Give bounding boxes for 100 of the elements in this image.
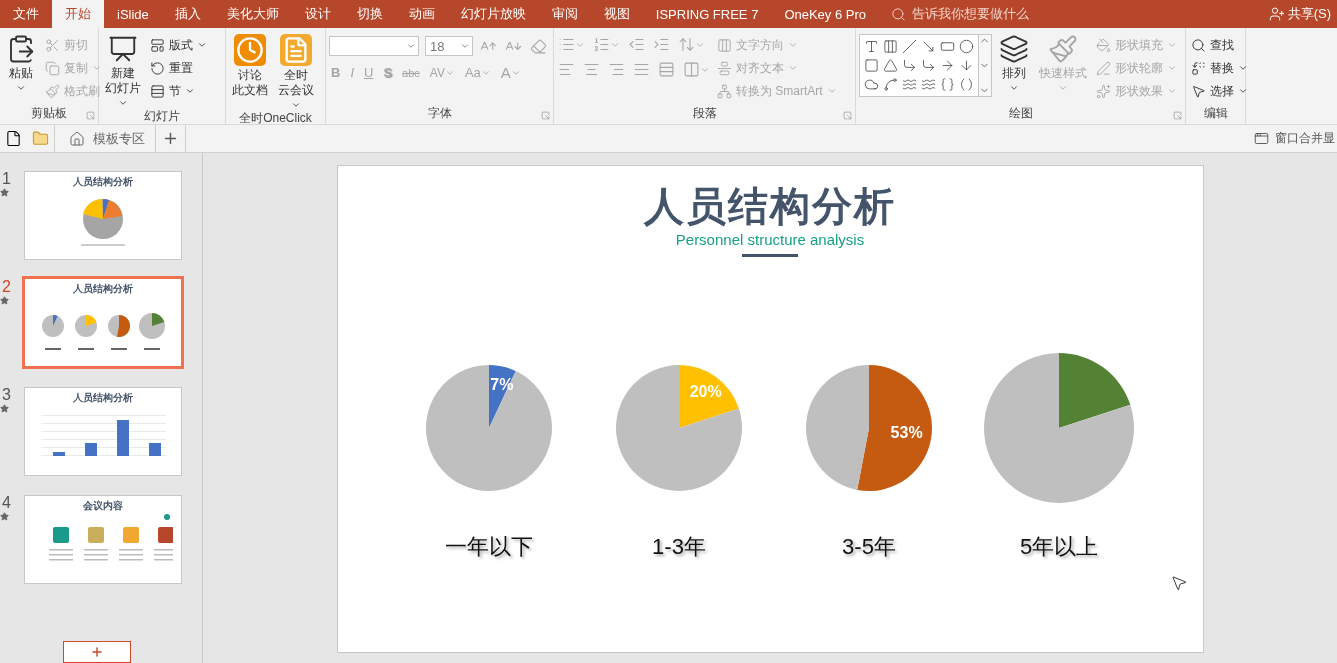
rounded-rectangle-icon[interactable] xyxy=(864,58,879,73)
curve-icon[interactable] xyxy=(883,77,898,92)
document-icon xyxy=(280,34,312,66)
scissors-icon xyxy=(45,37,60,53)
caret-icon xyxy=(1238,86,1248,96)
merge-windows-button[interactable]: 窗口合并显 xyxy=(1254,130,1337,147)
eraser-icon xyxy=(530,37,547,55)
replace-button[interactable]: 替换 xyxy=(1189,57,1250,79)
distributed-icon xyxy=(658,61,675,78)
ribbon-tab[interactable]: ISPRING FREE 7 xyxy=(642,0,772,28)
group-label: 幻灯片 xyxy=(144,108,180,125)
outdent-icon xyxy=(628,36,645,53)
vertical-text-icon[interactable] xyxy=(883,39,898,54)
reset-button[interactable]: 重置 xyxy=(148,57,209,79)
caret-icon xyxy=(291,100,301,110)
ribbon-tab[interactable]: 开始 xyxy=(52,0,104,28)
caret-icon xyxy=(788,40,798,50)
right-arrow-icon[interactable] xyxy=(940,58,955,73)
slide-thumbnail[interactable]: 人员结构分析 xyxy=(24,171,182,260)
oval-icon[interactable] xyxy=(959,39,974,54)
ribbon-tab[interactable]: 切换 xyxy=(343,0,396,28)
star-icon xyxy=(0,404,9,413)
tell-me-field[interactable]: 告诉我你想要做什么 xyxy=(891,0,1030,28)
shape-gallery[interactable] xyxy=(859,34,992,97)
launcher-icon[interactable] xyxy=(843,111,852,120)
add-slide-button[interactable] xyxy=(63,641,131,663)
group-label: 编辑 xyxy=(1203,105,1228,122)
pie-label: 一年以下 xyxy=(445,533,533,561)
caret-icon xyxy=(197,40,207,50)
arrow-icon[interactable] xyxy=(921,39,936,54)
data-label: 20% xyxy=(689,383,722,401)
plus-icon xyxy=(162,130,179,147)
align-right-icon xyxy=(608,61,625,78)
new-slide-button[interactable]: 新建 幻灯片 xyxy=(102,34,144,108)
caret-icon xyxy=(460,41,470,51)
font-name-field[interactable] xyxy=(329,36,419,56)
rectangle-icon[interactable] xyxy=(940,39,955,54)
ribbon-tab[interactable]: iSlide xyxy=(104,0,162,28)
share-button[interactable]: 共享(S) xyxy=(1268,0,1337,28)
caret-icon xyxy=(185,86,195,96)
replace-icon xyxy=(1191,60,1206,76)
brace-icon[interactable] xyxy=(940,77,955,92)
ribbon-tab[interactable]: OneKey 6 Pro xyxy=(771,0,880,28)
slide-number: 1 xyxy=(1,170,11,188)
section-icon xyxy=(150,83,165,99)
meeting-button[interactable]: 全时 云会议 xyxy=(275,34,317,110)
arrange-button[interactable]: 排列 xyxy=(996,34,1032,93)
line-spacing-icon xyxy=(678,36,695,53)
folder-icon[interactable] xyxy=(32,130,49,147)
new-document-icon[interactable] xyxy=(5,130,22,147)
copy-icon xyxy=(45,60,60,76)
ribbon-tab[interactable]: 文件 xyxy=(0,0,52,28)
wave-icon[interactable] xyxy=(921,77,936,92)
group-label: 全时OneClick xyxy=(239,110,312,127)
slide-number: 2 xyxy=(1,278,11,296)
launcher-icon[interactable] xyxy=(1173,111,1182,120)
ribbon-tab[interactable]: 设计 xyxy=(291,0,344,28)
launcher-icon[interactable] xyxy=(541,111,550,120)
section-button[interactable]: 节 xyxy=(148,80,209,102)
caret-icon xyxy=(16,83,26,93)
ribbon-tab[interactable]: 动画 xyxy=(395,0,448,28)
layout-button[interactable]: 版式 xyxy=(148,34,209,56)
text-direction-icon xyxy=(717,37,732,53)
caret-icon xyxy=(1167,40,1177,50)
ribbon-tab[interactable]: 幻灯片放映 xyxy=(447,0,539,28)
ribbon-tab[interactable]: 视图 xyxy=(590,0,643,28)
slide-thumbnail[interactable]: 人员结构分析 xyxy=(24,387,182,476)
caret-icon xyxy=(1238,63,1248,73)
connector-icon[interactable] xyxy=(902,58,917,73)
caret-icon xyxy=(1167,63,1177,73)
caret-icon xyxy=(118,98,128,108)
font-size-field[interactable]: 18 xyxy=(425,36,473,56)
caret-icon xyxy=(1167,86,1177,96)
find-button[interactable]: 查找 xyxy=(1189,34,1250,56)
quick-style-icon xyxy=(1048,34,1078,64)
freeform-icon[interactable] xyxy=(864,77,879,92)
bullets-icon xyxy=(558,36,575,53)
discuss-button[interactable]: 讨论 此文档 xyxy=(229,34,271,98)
triangle-icon[interactable] xyxy=(883,58,898,73)
ribbon-tab[interactable]: 美化大师 xyxy=(213,0,292,28)
mouse-cursor-icon xyxy=(1169,574,1188,592)
ribbon-tab[interactable]: 插入 xyxy=(161,0,214,28)
star-icon xyxy=(0,512,9,521)
slide-thumbnail[interactable]: 人员结构分析 xyxy=(22,276,184,369)
template-tab[interactable]: 模板专区 xyxy=(54,125,156,152)
bracket-icon[interactable] xyxy=(959,77,974,92)
layout-icon xyxy=(150,37,165,53)
select-button[interactable]: 选择 xyxy=(1189,80,1250,102)
group-label: 字体 xyxy=(427,105,452,122)
launcher-icon[interactable] xyxy=(86,111,95,120)
wave-icon[interactable] xyxy=(902,77,917,92)
indent-icon xyxy=(653,36,670,53)
ribbon-tab[interactable]: 审阅 xyxy=(538,0,591,28)
line-icon[interactable] xyxy=(902,39,917,54)
paste-button[interactable]: 粘贴 xyxy=(3,34,39,93)
elbow-arrow-icon[interactable] xyxy=(921,58,936,73)
slide-thumbnail[interactable]: 会议内容 xyxy=(24,495,182,584)
brush-icon xyxy=(45,83,60,99)
text-box-icon[interactable] xyxy=(864,39,879,54)
group-label: 绘图 xyxy=(1008,105,1033,122)
